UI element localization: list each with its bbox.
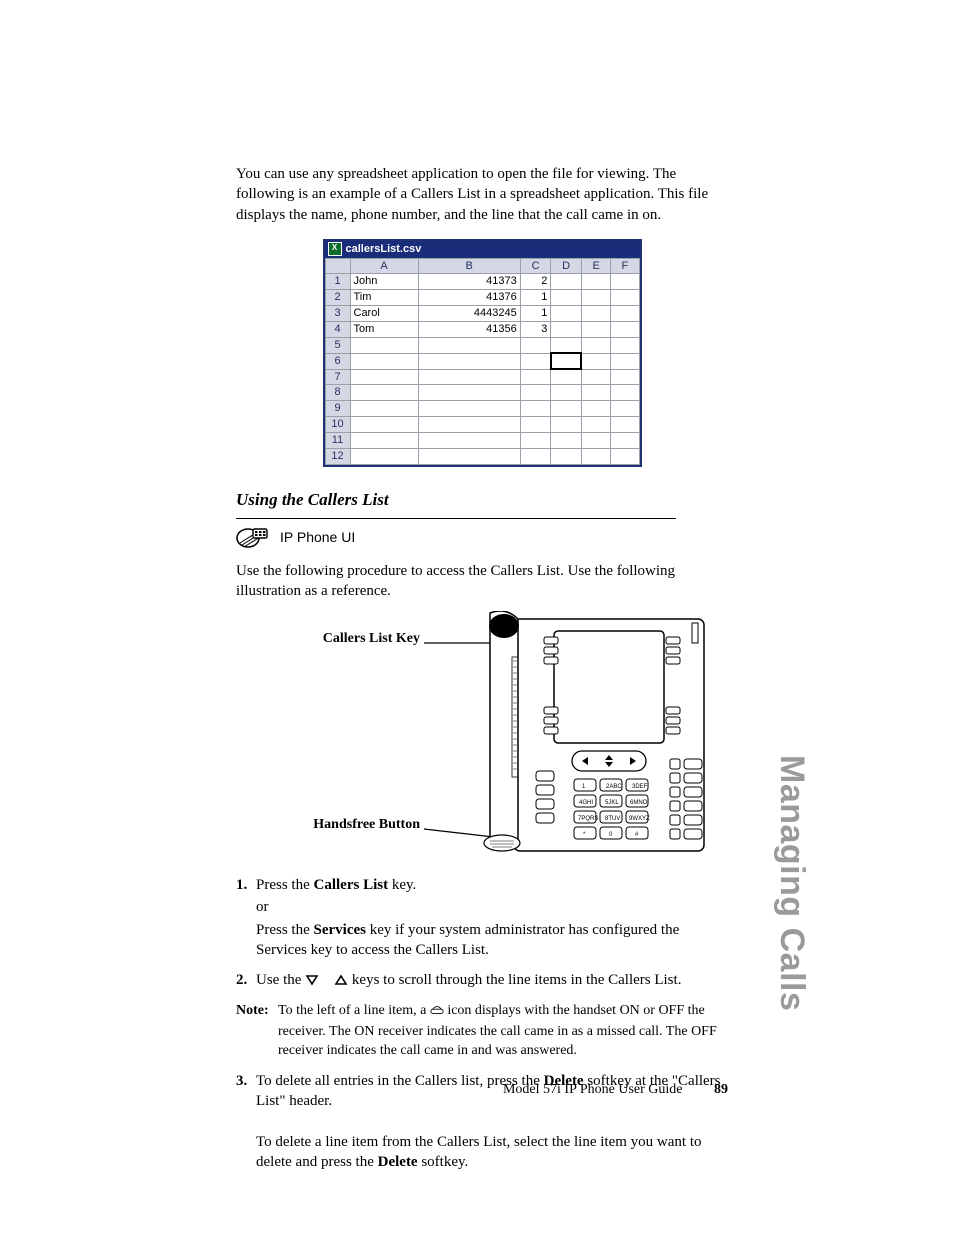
cell-empty bbox=[581, 321, 610, 337]
cell-empty bbox=[551, 306, 582, 322]
page-footer: Model 57i IP Phone User Guide 89 bbox=[236, 1081, 728, 1100]
cell-empty bbox=[611, 321, 639, 337]
col-header: F bbox=[611, 258, 639, 274]
note-label: Note: bbox=[236, 1002, 269, 1021]
intro-paragraph: You can use any spreadsheet application … bbox=[236, 164, 728, 225]
cell-empty bbox=[551, 274, 582, 290]
row-header: 10 bbox=[325, 417, 350, 433]
cell: 41376 bbox=[418, 290, 520, 306]
cell-empty bbox=[611, 290, 639, 306]
spreadsheet-titlebar: X callersList.csv bbox=[325, 241, 640, 258]
phone-ui-label: IP Phone UI bbox=[280, 528, 355, 547]
cell: 3 bbox=[520, 321, 551, 337]
selected-cell bbox=[551, 353, 582, 369]
page-number: 89 bbox=[714, 1082, 728, 1097]
spreadsheet-filename: callersList.csv bbox=[346, 242, 422, 257]
steps-list: 1. Press the Callers List key. or Press … bbox=[236, 875, 728, 992]
row-header: 2 bbox=[325, 290, 350, 306]
cell: 1 bbox=[520, 306, 551, 322]
svg-text:9WXYZ: 9WXYZ bbox=[629, 816, 650, 822]
row-header: 12 bbox=[325, 448, 350, 464]
row-header: 5 bbox=[325, 337, 350, 353]
row-header: 3 bbox=[325, 306, 350, 322]
handset-icon bbox=[430, 1004, 444, 1023]
cell: 1 bbox=[520, 290, 551, 306]
svg-text:4GHI: 4GHI bbox=[579, 800, 593, 806]
col-header: B bbox=[418, 258, 520, 274]
col-header: E bbox=[581, 258, 610, 274]
phone-illustration: 1 2ABC 3DEF 4GHI 5JKL 6MNO 7PQRS 8TUV 9W… bbox=[254, 611, 714, 861]
row-header: 9 bbox=[325, 401, 350, 417]
cell-empty bbox=[581, 274, 610, 290]
cell-empty bbox=[551, 290, 582, 306]
row-header: 6 bbox=[325, 353, 350, 369]
footer-title: Model 57i IP Phone User Guide bbox=[503, 1082, 683, 1097]
cell: 2 bbox=[520, 274, 551, 290]
spreadsheet-corner bbox=[325, 258, 350, 274]
col-header: C bbox=[520, 258, 551, 274]
step-number: 1. bbox=[236, 875, 247, 895]
svg-text:5JKL: 5JKL bbox=[605, 800, 619, 806]
cell: 41373 bbox=[418, 274, 520, 290]
spreadsheet-grid: A B C D E F 1 John 41373 2 bbox=[325, 258, 640, 465]
svg-text:6MNO: 6MNO bbox=[630, 800, 648, 806]
separator bbox=[236, 518, 676, 519]
subheading: Using the Callers List bbox=[236, 489, 728, 512]
spreadsheet-figure: X callersList.csv A B C D E F bbox=[323, 239, 642, 467]
svg-text:7PQRS: 7PQRS bbox=[578, 816, 598, 822]
down-arrow-icon bbox=[305, 972, 319, 992]
cell-empty bbox=[581, 306, 610, 322]
cell: 41356 bbox=[418, 321, 520, 337]
or-label: or bbox=[256, 897, 728, 917]
row-header: 8 bbox=[325, 385, 350, 401]
svg-text:2ABC: 2ABC bbox=[606, 784, 622, 790]
col-header: D bbox=[551, 258, 582, 274]
row-header: 7 bbox=[325, 369, 350, 385]
cell: Carol bbox=[350, 306, 418, 322]
intro-text: You can use any spreadsheet application … bbox=[236, 164, 728, 225]
phone-diagram: Callers List Key Handsfree Button bbox=[254, 611, 714, 861]
cell-empty bbox=[611, 274, 639, 290]
row-header: 4 bbox=[325, 321, 350, 337]
cell-empty bbox=[581, 290, 610, 306]
ui-section-header: IP Phone UI bbox=[236, 527, 728, 549]
row-header: 11 bbox=[325, 432, 350, 448]
excel-icon: X bbox=[328, 242, 342, 256]
cell: 4443245 bbox=[418, 306, 520, 322]
step-1: 1. Press the Callers List key. or Press … bbox=[236, 875, 728, 960]
phone-ui-icon bbox=[236, 527, 270, 549]
note: Note: To the left of a line item, a icon… bbox=[236, 1002, 728, 1061]
cell: Tim bbox=[350, 290, 418, 306]
step-number: 2. bbox=[236, 970, 247, 990]
procedure-intro: Use the following procedure to access th… bbox=[236, 561, 728, 602]
cell-empty bbox=[611, 306, 639, 322]
step-2: 2. Use the keys to scroll through the li… bbox=[236, 970, 728, 992]
svg-text:8TUV: 8TUV bbox=[605, 816, 620, 822]
section-tab: Managing Calls bbox=[768, 755, 814, 1011]
cell-empty bbox=[551, 321, 582, 337]
up-arrow-icon bbox=[334, 972, 348, 992]
row-header: 1 bbox=[325, 274, 350, 290]
col-header: A bbox=[350, 258, 418, 274]
cell: John bbox=[350, 274, 418, 290]
svg-text:3DEF: 3DEF bbox=[632, 784, 648, 790]
cell: Tom bbox=[350, 321, 418, 337]
